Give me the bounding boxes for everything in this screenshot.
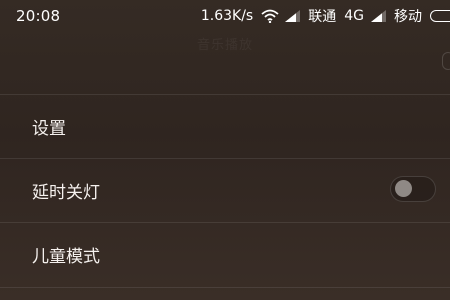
menu-item-label: 儿童模式 bbox=[32, 247, 100, 267]
faded-header-title: 音乐播放 bbox=[196, 38, 253, 53]
network-type: 4G bbox=[344, 8, 364, 24]
signal-icon bbox=[285, 10, 301, 22]
menu-item-kids-mode[interactable]: 儿童模式 bbox=[0, 223, 450, 287]
status-bar: 20:08 1.63K/s 联通 4G 移动 bbox=[0, 0, 450, 32]
menu-item-sleep-timer[interactable]: 延时关灯 bbox=[0, 159, 450, 223]
menu-item-label: 延时关灯 bbox=[32, 183, 100, 203]
toggle-knob bbox=[395, 180, 412, 197]
status-time: 20:08 bbox=[16, 7, 61, 25]
battery-icon bbox=[430, 10, 450, 22]
menu-item-settings[interactable]: 设置 bbox=[0, 95, 450, 159]
sleep-timer-toggle[interactable] bbox=[390, 176, 436, 202]
faded-edge-control bbox=[442, 52, 450, 70]
network-speed: 1.63K/s bbox=[200, 8, 254, 24]
status-indicators: 1.63K/s 联通 4G 移动 bbox=[201, 6, 450, 26]
wifi-icon bbox=[261, 9, 279, 23]
divider bbox=[0, 287, 450, 288]
app-screen: 20:08 1.63K/s 联通 4G 移动 音乐播放 设置 延时关灯 儿童模式 bbox=[0, 0, 450, 300]
carrier-label-2: 移动 bbox=[394, 9, 422, 25]
signal-icon bbox=[371, 10, 386, 22]
menu-item-label: 设置 bbox=[32, 119, 66, 139]
carrier-label: 联通 bbox=[308, 9, 337, 25]
